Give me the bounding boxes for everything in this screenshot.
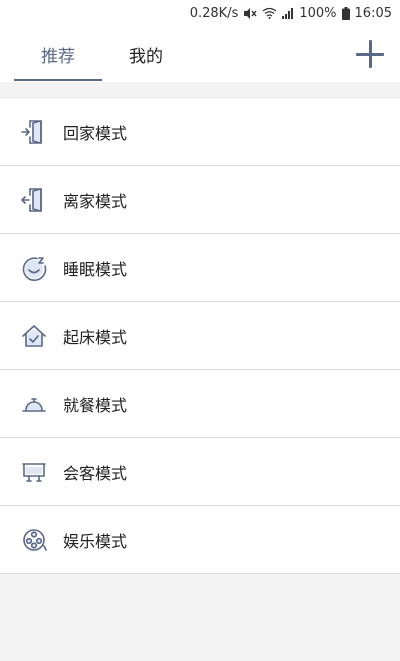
list-item-label: 娱乐模式 xyxy=(63,531,128,551)
list-item-label: 会客模式 xyxy=(63,463,128,483)
clock: 16:05 xyxy=(354,5,392,21)
door-enter-icon xyxy=(20,118,48,146)
list-item-label: 回家模式 xyxy=(63,123,128,143)
active-tab-indicator xyxy=(14,79,102,81)
tab-recommend[interactable]: 推荐 xyxy=(14,26,102,82)
house-check-icon xyxy=(20,322,48,350)
film-reel-icon xyxy=(20,526,48,554)
mode-list: 回家模式 离家模式 睡眠模式 起床模式 就餐模式 会客模式 娱乐模式 xyxy=(0,97,400,574)
network-speed: 0.28K/s xyxy=(189,5,239,21)
list-item-wakeup-mode[interactable]: 起床模式 xyxy=(0,302,400,370)
battery-percent: 100% xyxy=(299,5,337,21)
dining-bell-icon xyxy=(20,390,48,418)
list-item-guest-mode[interactable]: 会客模式 xyxy=(0,438,400,506)
list-item-dining-mode[interactable]: 就餐模式 xyxy=(0,370,400,438)
battery-icon xyxy=(341,6,350,20)
list-item-entertainment-mode[interactable]: 娱乐模式 xyxy=(0,506,400,574)
door-exit-icon xyxy=(20,186,48,214)
list-item-label: 离家模式 xyxy=(63,191,128,211)
mute-icon xyxy=(243,7,257,20)
list-item-away-mode[interactable]: 离家模式 xyxy=(0,166,400,234)
header: 推荐 我的 xyxy=(0,26,400,82)
add-button[interactable] xyxy=(356,40,384,68)
list-item-label: 就餐模式 xyxy=(63,395,128,415)
sleep-moon-icon xyxy=(20,254,48,282)
signal-icon xyxy=(282,7,294,19)
reception-screen-icon xyxy=(20,458,48,486)
app-screen: 0.28K/s 100% 16:05 推荐 我的 回家模式 离家模式 睡眠模式 … xyxy=(0,0,400,661)
list-item-sleep-mode[interactable]: 睡眠模式 xyxy=(0,234,400,302)
list-item-label: 起床模式 xyxy=(63,327,128,347)
list-item-label: 睡眠模式 xyxy=(63,259,128,279)
tab-mine[interactable]: 我的 xyxy=(104,26,188,82)
wifi-icon xyxy=(262,7,277,19)
status-bar: 0.28K/s 100% 16:05 xyxy=(0,0,400,26)
list-item-home-mode[interactable]: 回家模式 xyxy=(0,97,400,166)
